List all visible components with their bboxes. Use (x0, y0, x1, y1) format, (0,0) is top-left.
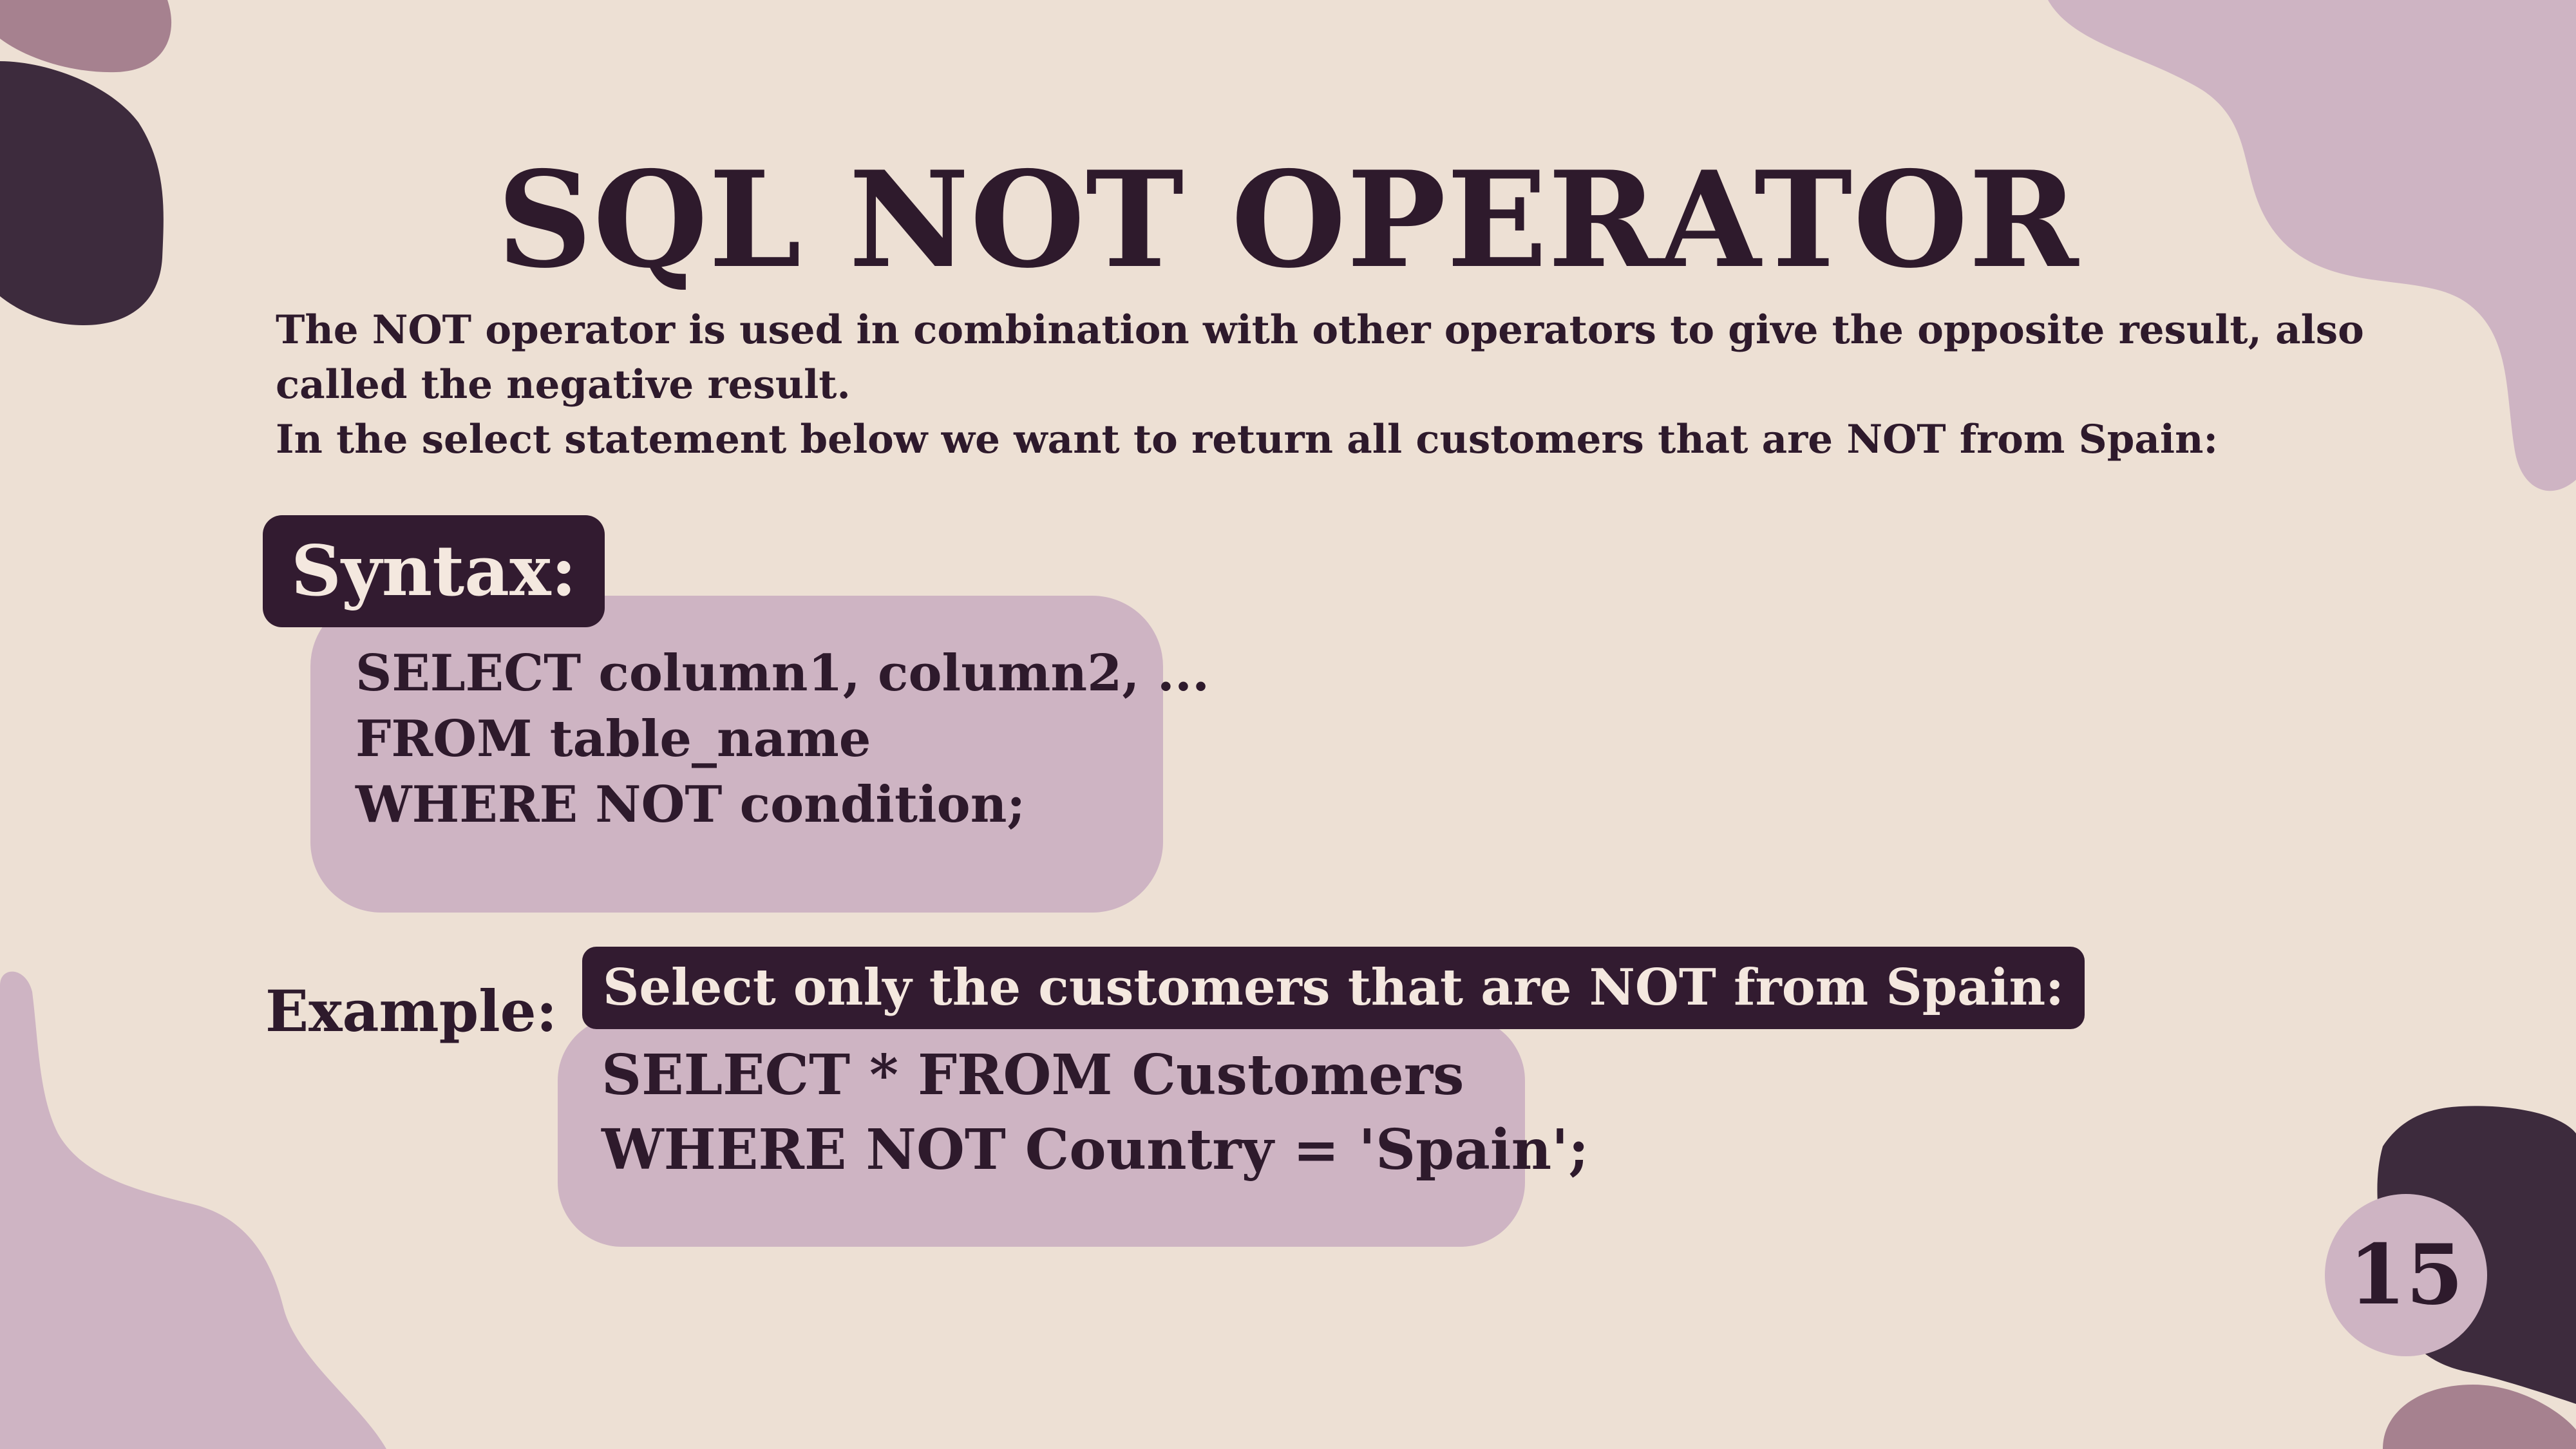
intro-paragraph: In the select statement below we want to… (276, 417, 2218, 462)
code-line: SELECT * FROM Customers (601, 1043, 1464, 1108)
code-line: WHERE NOT condition; (355, 775, 1026, 834)
intro-paragraph: The NOT operator is used in combination … (276, 307, 2364, 408)
slide-title: SQL NOT OPERATOR (497, 143, 2079, 298)
syntax-label: Syntax: (263, 515, 605, 627)
intro-text: The NOT operator is used in combination … (276, 303, 2375, 467)
syntax-code: SELECT column1, column2, ... FROM table_… (355, 641, 1209, 838)
example-code: SELECT * FROM Customers WHERE NOT Countr… (601, 1038, 1589, 1188)
example-caption: Select only the customers that are NOT f… (582, 947, 2085, 1029)
blob-top-left-rose (0, 0, 172, 73)
code-line: SELECT column1, column2, ... (355, 644, 1210, 703)
page-number: 15 (2348, 1227, 2464, 1323)
example-label: Example: (265, 978, 558, 1045)
code-line: FROM table_name (355, 710, 871, 768)
code-line: WHERE NOT Country = 'Spain'; (601, 1117, 1589, 1182)
